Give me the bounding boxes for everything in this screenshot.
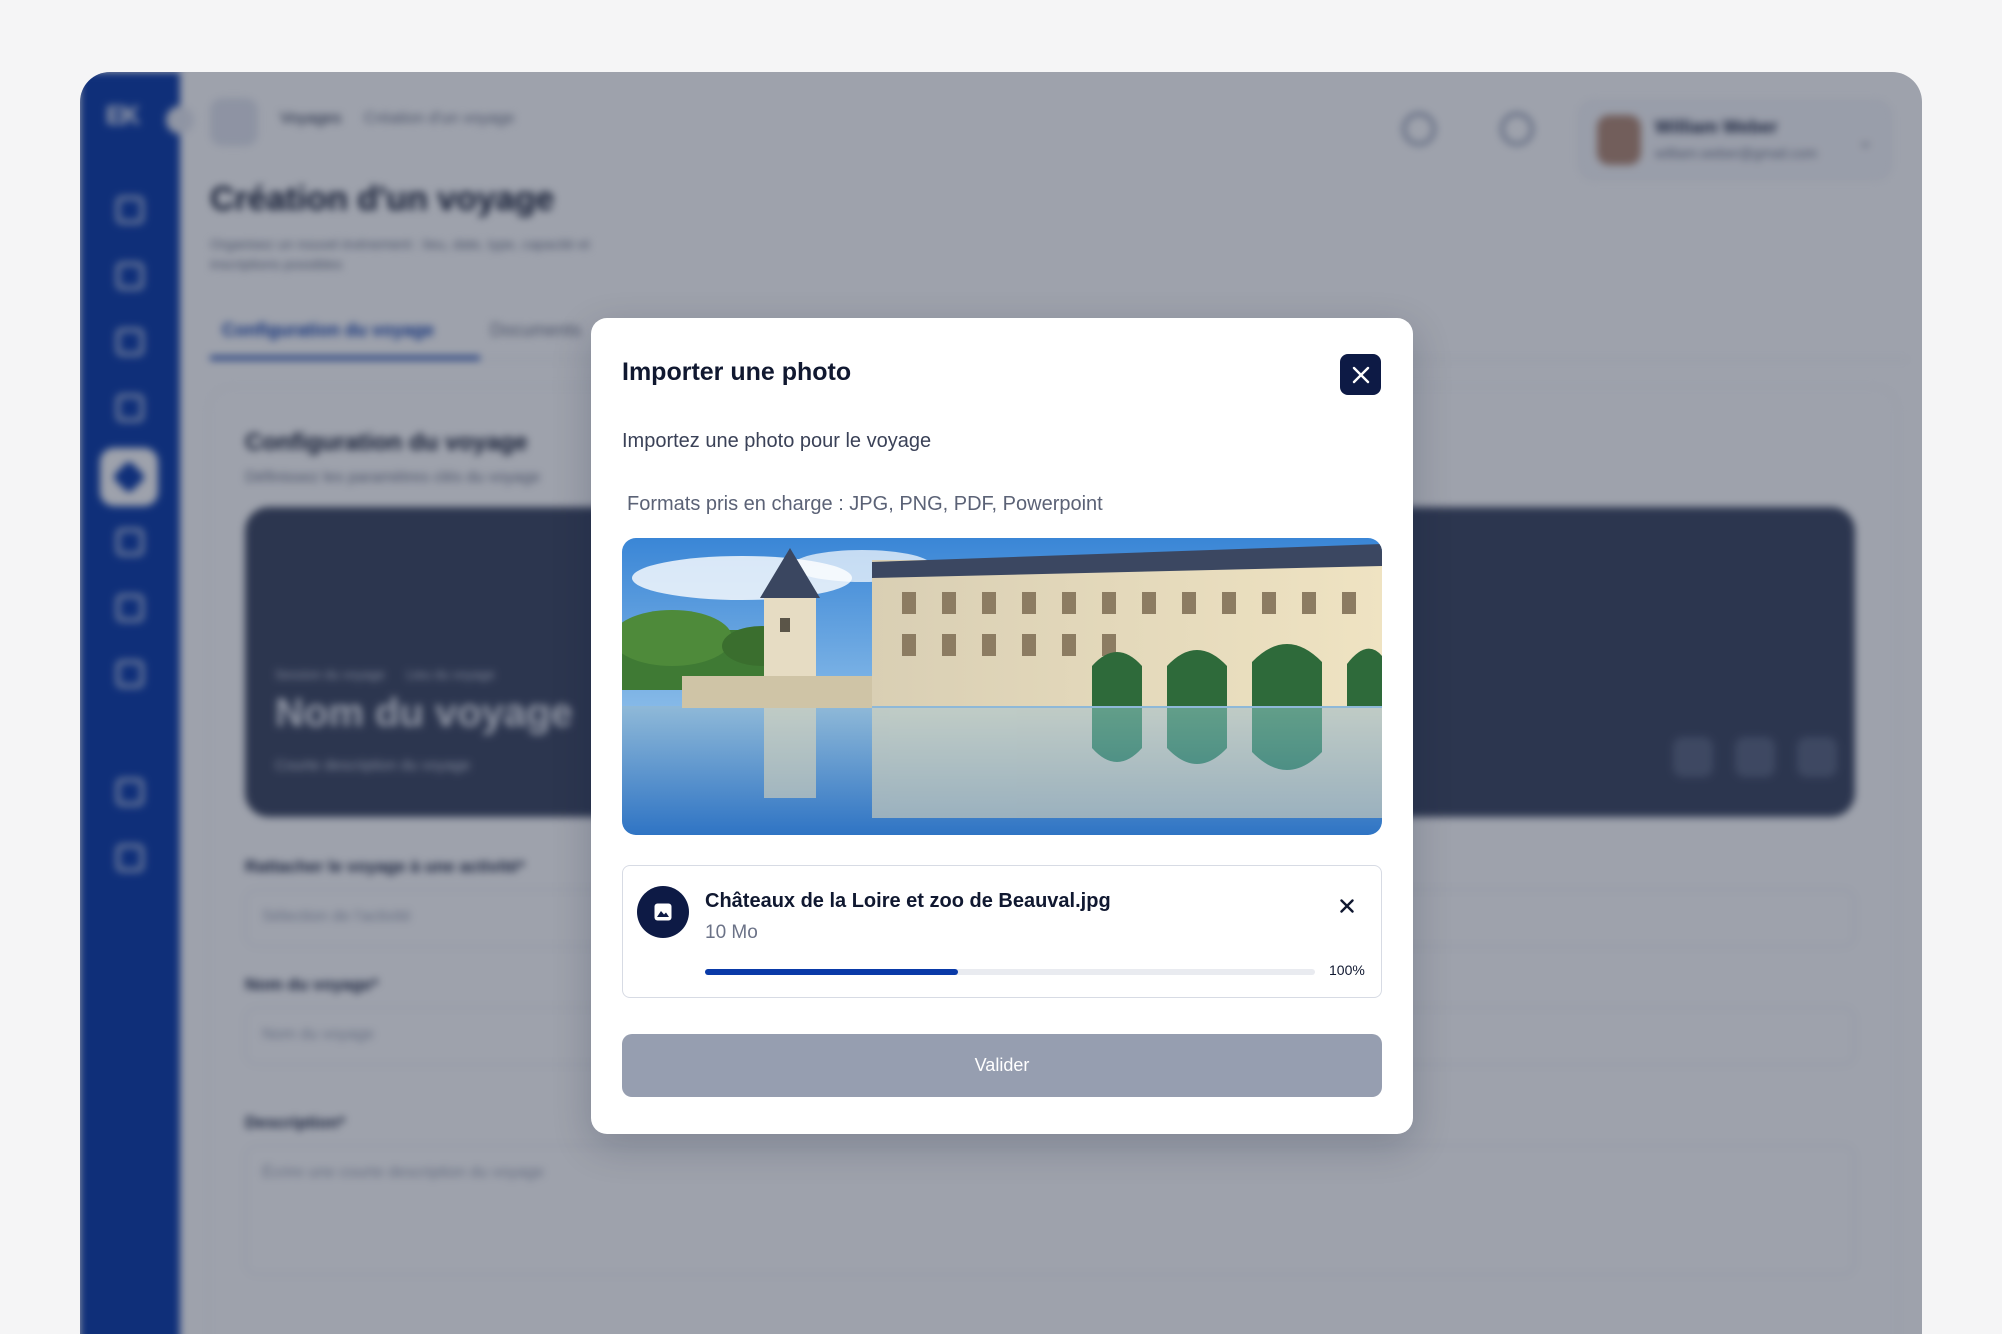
upload-progress-bar [705,969,1315,975]
file-size: 10 Mo [705,922,758,943]
close-icon [1352,366,1369,383]
remove-file-icon [1340,899,1354,913]
remove-file-button[interactable] [1335,894,1359,918]
upload-progress-label: 100% [1329,962,1365,978]
close-button[interactable] [1340,354,1381,395]
chateau-photo [622,538,1382,835]
image-icon [654,903,672,921]
file-name: Châteaux de la Loire et zoo de Beauval.j… [705,890,1111,912]
modal-title: Importer une photo [622,358,852,386]
supported-formats: Formats pris en charge : JPG, PNG, PDF, … [627,493,1103,515]
validate-button[interactable]: Valider [622,1034,1382,1097]
file-type-badge [637,886,689,938]
uploaded-file-card: Châteaux de la Loire et zoo de Beauval.j… [622,865,1382,998]
modal-description: Importez une photo pour le voyage [622,430,932,452]
import-photo-modal: Importer une photo Importez une photo po… [591,318,1413,1134]
photo-preview [622,538,1382,835]
upload-progress-fill [705,969,959,975]
